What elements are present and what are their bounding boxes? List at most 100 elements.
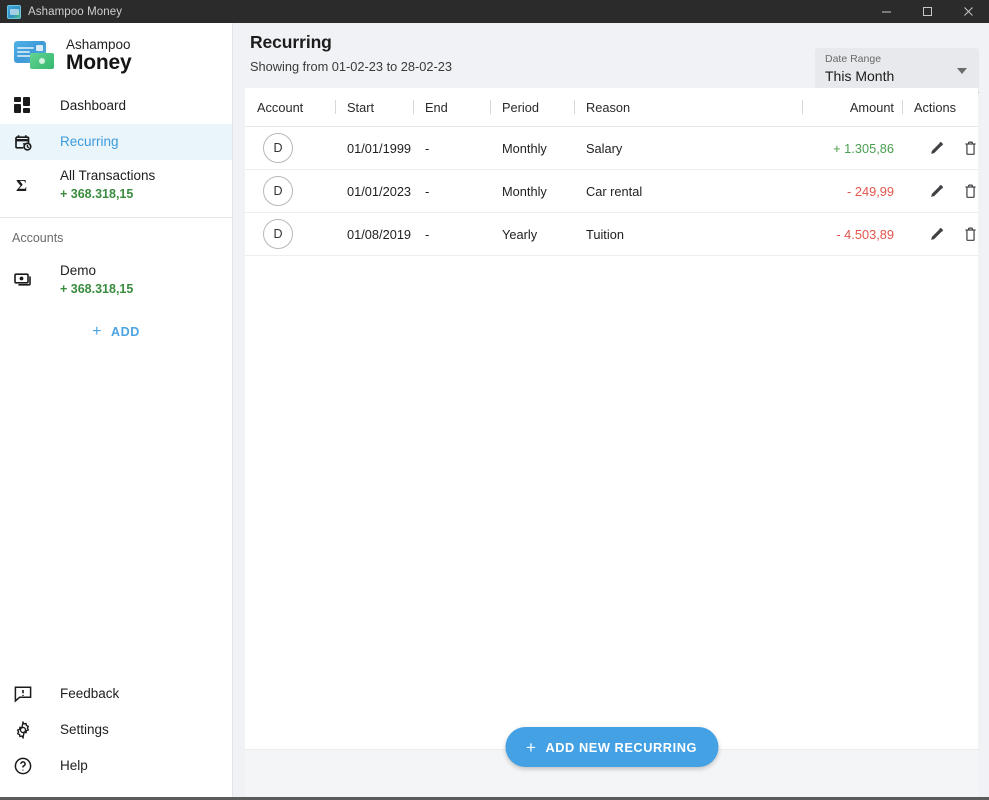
app-icon	[7, 4, 21, 19]
app-body: Ashampoo Money Dashboard Recurring Σ All…	[0, 23, 989, 797]
row-amount-cell: + 1.305,86	[802, 141, 902, 156]
header-texts: Recurring Showing from 01-02-23 to 28-02…	[250, 32, 452, 74]
trash-icon[interactable]	[962, 140, 979, 157]
app-window: Ashampoo Money Ashampoo Money Dashboard …	[0, 0, 989, 800]
table-row[interactable]: D 01/01/1999 - Monthly Salary + 1.305,86	[245, 127, 978, 170]
card-footer: + ADD NEW RECURRING	[245, 727, 978, 797]
column-header-amount[interactable]: Amount	[802, 98, 902, 116]
pencil-icon[interactable]	[928, 140, 945, 157]
sidebar-item-label: Dashboard	[60, 97, 127, 113]
date-range-select[interactable]: Date Range This Month	[815, 48, 979, 93]
calendar-repeat-icon	[14, 133, 42, 152]
minimize-button[interactable]	[866, 0, 907, 23]
account-name: Demo	[60, 262, 97, 278]
dashboard-grid-icon	[14, 97, 42, 115]
sidebar-item-label: Recurring	[60, 133, 119, 149]
amount-value: - 249,99	[847, 183, 894, 199]
column-header-period[interactable]: Period	[490, 98, 574, 116]
amount-value: - 4.503,89	[836, 226, 894, 242]
content-header: Recurring Showing from 01-02-23 to 28-02…	[245, 23, 989, 93]
chevron-down-icon	[957, 68, 967, 74]
avatar: D	[263, 219, 293, 249]
sidebar-item-all-transactions[interactable]: Σ All Transactions + 368.318,15	[0, 160, 232, 210]
table-empty-space	[245, 256, 978, 749]
add-account-label: ADD	[111, 325, 140, 339]
sidebar-item-label: Settings	[60, 721, 109, 737]
accounts-section-label: Accounts	[12, 231, 64, 245]
row-actions-cell	[902, 183, 978, 200]
row-actions-cell	[902, 140, 978, 157]
recurring-table: Account Start End Period Reason Amount A…	[245, 88, 978, 256]
page-title: Recurring	[250, 32, 332, 52]
plus-icon: +	[92, 323, 103, 340]
brand-line-2: Money	[66, 51, 132, 75]
row-account-cell: D	[245, 133, 335, 163]
recurring-card: Account Start End Period Reason Amount A…	[245, 88, 978, 797]
add-new-recurring-button[interactable]: + ADD NEW RECURRING	[504, 727, 719, 767]
column-header-reason[interactable]: Reason	[574, 98, 802, 116]
table-row[interactable]: D 01/01/2023 - Monthly Car rental - 249,…	[245, 170, 978, 213]
sidebar-item-balance: + 368.318,15	[60, 186, 134, 201]
primary-nav: Dashboard Recurring Σ All Transactions +…	[0, 88, 232, 210]
row-start-cell: 01/01/2023	[347, 183, 412, 199]
row-start-cell: 01/08/2019	[347, 226, 412, 242]
row-amount-cell: - 249,99	[802, 184, 902, 199]
sidebar-item-dashboard[interactable]: Dashboard	[0, 88, 232, 124]
add-new-recurring-label: ADD NEW RECURRING	[545, 739, 698, 755]
plus-icon: +	[525, 737, 537, 757]
close-button[interactable]	[948, 0, 989, 23]
sidebar-item-label: Feedback	[60, 685, 120, 701]
sidebar-item-recurring[interactable]: Recurring	[0, 124, 232, 160]
date-range-label: Date Range	[825, 53, 882, 65]
feedback-message-icon	[14, 685, 42, 703]
accounts-list: Demo + 368.318,15	[0, 255, 232, 305]
account-balance: + 368.318,15	[60, 281, 134, 296]
credit-card-and-cash-icon	[14, 40, 56, 72]
sidebar-item-label: Help	[60, 757, 88, 773]
main-content: Recurring Showing from 01-02-23 to 28-02…	[233, 23, 989, 797]
sidebar-item-feedback[interactable]: Feedback	[0, 676, 232, 712]
trash-icon[interactable]	[962, 226, 979, 243]
window-title: Ashampoo Money	[28, 5, 123, 18]
column-header-actions: Actions	[902, 98, 978, 116]
row-account-cell: D	[245, 176, 335, 206]
row-end-cell: -	[425, 183, 430, 199]
amount-value: + 1.305,86	[833, 140, 894, 156]
table-row[interactable]: D 01/08/2019 - Yearly Tuition - 4.503,89	[245, 213, 978, 256]
row-account-cell: D	[245, 219, 335, 249]
sidebar-item-label: All Transactions	[60, 167, 156, 183]
row-reason-cell: Tuition	[586, 226, 624, 242]
trash-icon[interactable]	[962, 183, 979, 200]
maximize-button[interactable]	[907, 0, 948, 23]
question-circle-icon	[14, 757, 42, 775]
row-period-cell: Monthly	[502, 140, 547, 156]
column-header-start[interactable]: Start	[335, 98, 413, 116]
sidebar: Ashampoo Money Dashboard Recurring Σ All…	[0, 23, 233, 797]
sidebar-item-help[interactable]: Help	[0, 748, 232, 784]
avatar: D	[263, 133, 293, 163]
add-account-button[interactable]: + ADD	[0, 317, 232, 347]
pencil-icon[interactable]	[928, 226, 945, 243]
brand-line-1: Ashampoo	[66, 36, 131, 52]
gear-icon	[14, 721, 42, 739]
sidebar-item-account-demo[interactable]: Demo + 368.318,15	[0, 255, 232, 305]
secondary-nav: Feedback Settings Help	[0, 676, 232, 797]
row-actions-cell	[902, 226, 978, 243]
table-header-row: Account Start End Period Reason Amount A…	[245, 88, 978, 127]
window-controls	[866, 0, 989, 23]
banknotes-icon	[14, 271, 42, 289]
brand: Ashampoo Money	[0, 23, 232, 88]
sidebar-item-settings[interactable]: Settings	[0, 712, 232, 748]
row-amount-cell: - 4.503,89	[802, 227, 902, 242]
column-header-end[interactable]: End	[413, 98, 490, 116]
row-reason-cell: Salary	[586, 140, 623, 156]
row-period-cell: Monthly	[502, 183, 547, 199]
page-subtitle: Showing from 01-02-23 to 28-02-23	[250, 59, 453, 74]
column-header-account[interactable]: Account	[245, 98, 335, 116]
row-end-cell: -	[425, 140, 430, 156]
date-range-value: This Month	[825, 68, 895, 84]
avatar: D	[263, 176, 293, 206]
row-period-cell: Yearly	[502, 226, 538, 242]
pencil-icon[interactable]	[928, 183, 945, 200]
